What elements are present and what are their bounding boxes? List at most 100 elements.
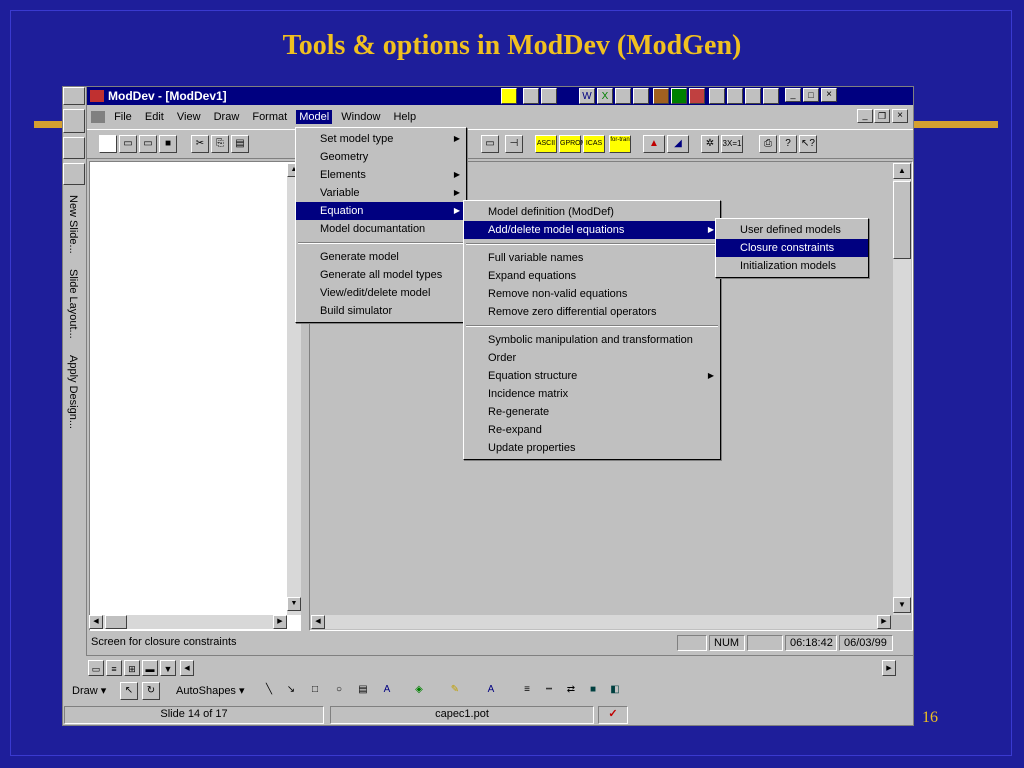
ascii-button[interactable]: ASCII [535,135,557,153]
autoshapes-menu[interactable]: AutoShapes ▾ [176,682,245,700]
toolbar-icon-1[interactable] [501,88,517,104]
paste-icon[interactable]: ▤ [231,135,249,153]
menu-item-add-delete-model-equations[interactable]: Add/delete model equations ▶ [464,221,720,239]
left-hscrollbar[interactable]: ◀ ▶ [89,615,287,629]
menu-item-closure-constraints[interactable]: Closure constraints [716,239,868,257]
tab-new-slide[interactable]: New Slide... [67,195,79,254]
normal-view-icon[interactable]: ▭ [88,660,104,676]
menu-item-equation-structure[interactable]: Equation structure ▶ [464,367,720,385]
open-folder-icon[interactable]: ▭ [119,135,137,153]
menu-item-elements[interactable]: Elements ▶ [296,166,466,184]
toolbar-icon-10[interactable] [689,88,705,104]
maximize-icon[interactable]: □ [803,88,819,102]
slideshow-icon[interactable]: ▼ [160,660,176,676]
chart-icon-2[interactable]: ◢ [667,135,689,153]
toolbar-icon-7[interactable] [633,88,649,104]
frame-icon[interactable]: ▭ [481,135,499,153]
select-pointer-icon[interactable]: ↖ [120,682,138,700]
menu-item-remove-non-valid-equations[interactable]: Remove non-valid equations [464,285,720,303]
bottom-scroll-left-icon[interactable]: ◀ [180,660,194,676]
outline-view-icon[interactable]: ≡ [106,660,122,676]
textbox-icon[interactable]: ▤ [354,682,372,700]
print-icon[interactable]: ⎙ [759,135,777,153]
free-rotate-icon[interactable]: ↻ [142,682,160,700]
toolbar-icon-9[interactable] [671,88,687,104]
line-color-icon[interactable]: ✎ [446,682,464,700]
wordart-icon[interactable]: A [378,682,396,700]
menu-window[interactable]: Window [341,111,380,123]
draw-menu[interactable]: Draw ▾ [72,682,106,700]
line-icon[interactable]: ╲ [260,682,278,700]
chart-icon-1[interactable]: ▲ [643,135,665,153]
rectangle-icon[interactable]: □ [306,682,324,700]
menu-item-model-documantation[interactable]: Model documantation [296,220,466,238]
menu-item-variable[interactable]: Variable ▶ [296,184,466,202]
doc-icon[interactable] [91,111,105,124]
shadow-icon[interactable]: ■ [584,682,602,700]
menu-item-incidence-matrix[interactable]: Incidence matrix [464,385,720,403]
convert-button[interactable]: 3X=1 [721,135,743,153]
line-style-icon[interactable]: ≡ [518,682,536,700]
menu-item-expand-equations[interactable]: Expand equations [464,267,720,285]
menu-item-remove-zero-differential-operators[interactable]: Remove zero differential operators [464,303,720,321]
menu-view[interactable]: View [177,111,201,123]
fortran-button[interactable]: for-tran [609,135,631,153]
tab-slide-layout[interactable]: Slide Layout... [67,269,79,339]
scroll-down-icon[interactable]: ▼ [287,597,301,611]
menu-item-build-simulator[interactable]: Build simulator [296,302,466,320]
menu-item-update-properties[interactable]: Update properties [464,439,720,457]
toolbar-icon-2[interactable] [523,88,539,104]
menu-draw[interactable]: Draw [214,111,240,123]
menu-item-generate-model[interactable]: Generate model [296,248,466,266]
notes-view-icon[interactable]: ▬ [142,660,158,676]
help-icon[interactable]: ? [779,135,797,153]
menu-item-set-model-type[interactable]: Set model type ▶ [296,130,466,148]
menu-item-geometry[interactable]: Geometry [296,148,466,166]
menu-item-generate-all-model-types[interactable]: Generate all model types [296,266,466,284]
doc-restore-icon[interactable]: ❐ [874,109,890,123]
right-scroll-left-icon[interactable]: ◀ [311,615,325,629]
scroll-right-icon[interactable]: ▶ [273,615,287,629]
save-icon[interactable]: ■ [159,135,177,153]
app-icon[interactable] [90,90,104,102]
right-scroll-right-icon[interactable]: ▶ [877,615,891,629]
menu-item-re-expand[interactable]: Re-expand [464,421,720,439]
menu-item-equation[interactable]: Equation ▶ [296,202,466,220]
icas-button[interactable]: ICAS [583,135,605,153]
menu-edit[interactable]: Edit [145,111,164,123]
cut-icon[interactable]: ✂ [191,135,209,153]
hscroll-thumb[interactable] [105,615,127,629]
menu-item-user-defined-models[interactable]: User defined models [716,221,868,239]
minimize-icon[interactable]: _ [785,88,801,102]
toolbar-icon-11[interactable] [709,88,725,104]
right-scroll-thumb[interactable] [893,181,911,259]
slide-sorter-icon[interactable]: ⊞ [124,660,140,676]
fill-color-icon[interactable]: ◈ [410,682,428,700]
toolbar-icon-13[interactable] [745,88,761,104]
menu-item-view-edit-delete-model[interactable]: View/edit/delete model [296,284,466,302]
menu-item-initialization-models[interactable]: Initialization models [716,257,868,275]
spelling-status-icon[interactable]: ✓ [598,706,628,724]
right-scroll-up-icon[interactable]: ▲ [893,163,911,179]
bottom-scroll-right-icon[interactable]: ▶ [882,660,896,676]
menu-file[interactable]: File [114,111,132,123]
gproms-button[interactable]: GPROM [559,135,586,153]
toolbar-icon-6[interactable] [615,88,631,104]
menu-help[interactable]: Help [393,111,416,123]
menu-item-re-generate[interactable]: Re-generate [464,403,720,421]
toolbar-icon-3[interactable] [541,88,557,104]
word-icon[interactable]: W [579,88,595,104]
copy-icon[interactable]: ⎘ [211,135,229,153]
menu-item-order[interactable]: Order [464,349,720,367]
3d-icon[interactable]: ◧ [606,682,624,700]
menu-item-symbolic-manipulation[interactable]: Symbolic manipulation and transformation [464,331,720,349]
menu-item-full-variable-names[interactable]: Full variable names [464,249,720,267]
menu-format[interactable]: Format [252,111,287,123]
arrow-style-icon[interactable]: ⇄ [562,682,580,700]
ppt-system-icon[interactable] [63,87,85,105]
menu-model[interactable]: Model [296,110,333,124]
font-color-icon[interactable]: A [482,682,500,700]
open-folder-2-icon[interactable]: ▭ [139,135,157,153]
toolbar-icon-8[interactable] [653,88,669,104]
new-file-icon[interactable] [99,135,117,153]
